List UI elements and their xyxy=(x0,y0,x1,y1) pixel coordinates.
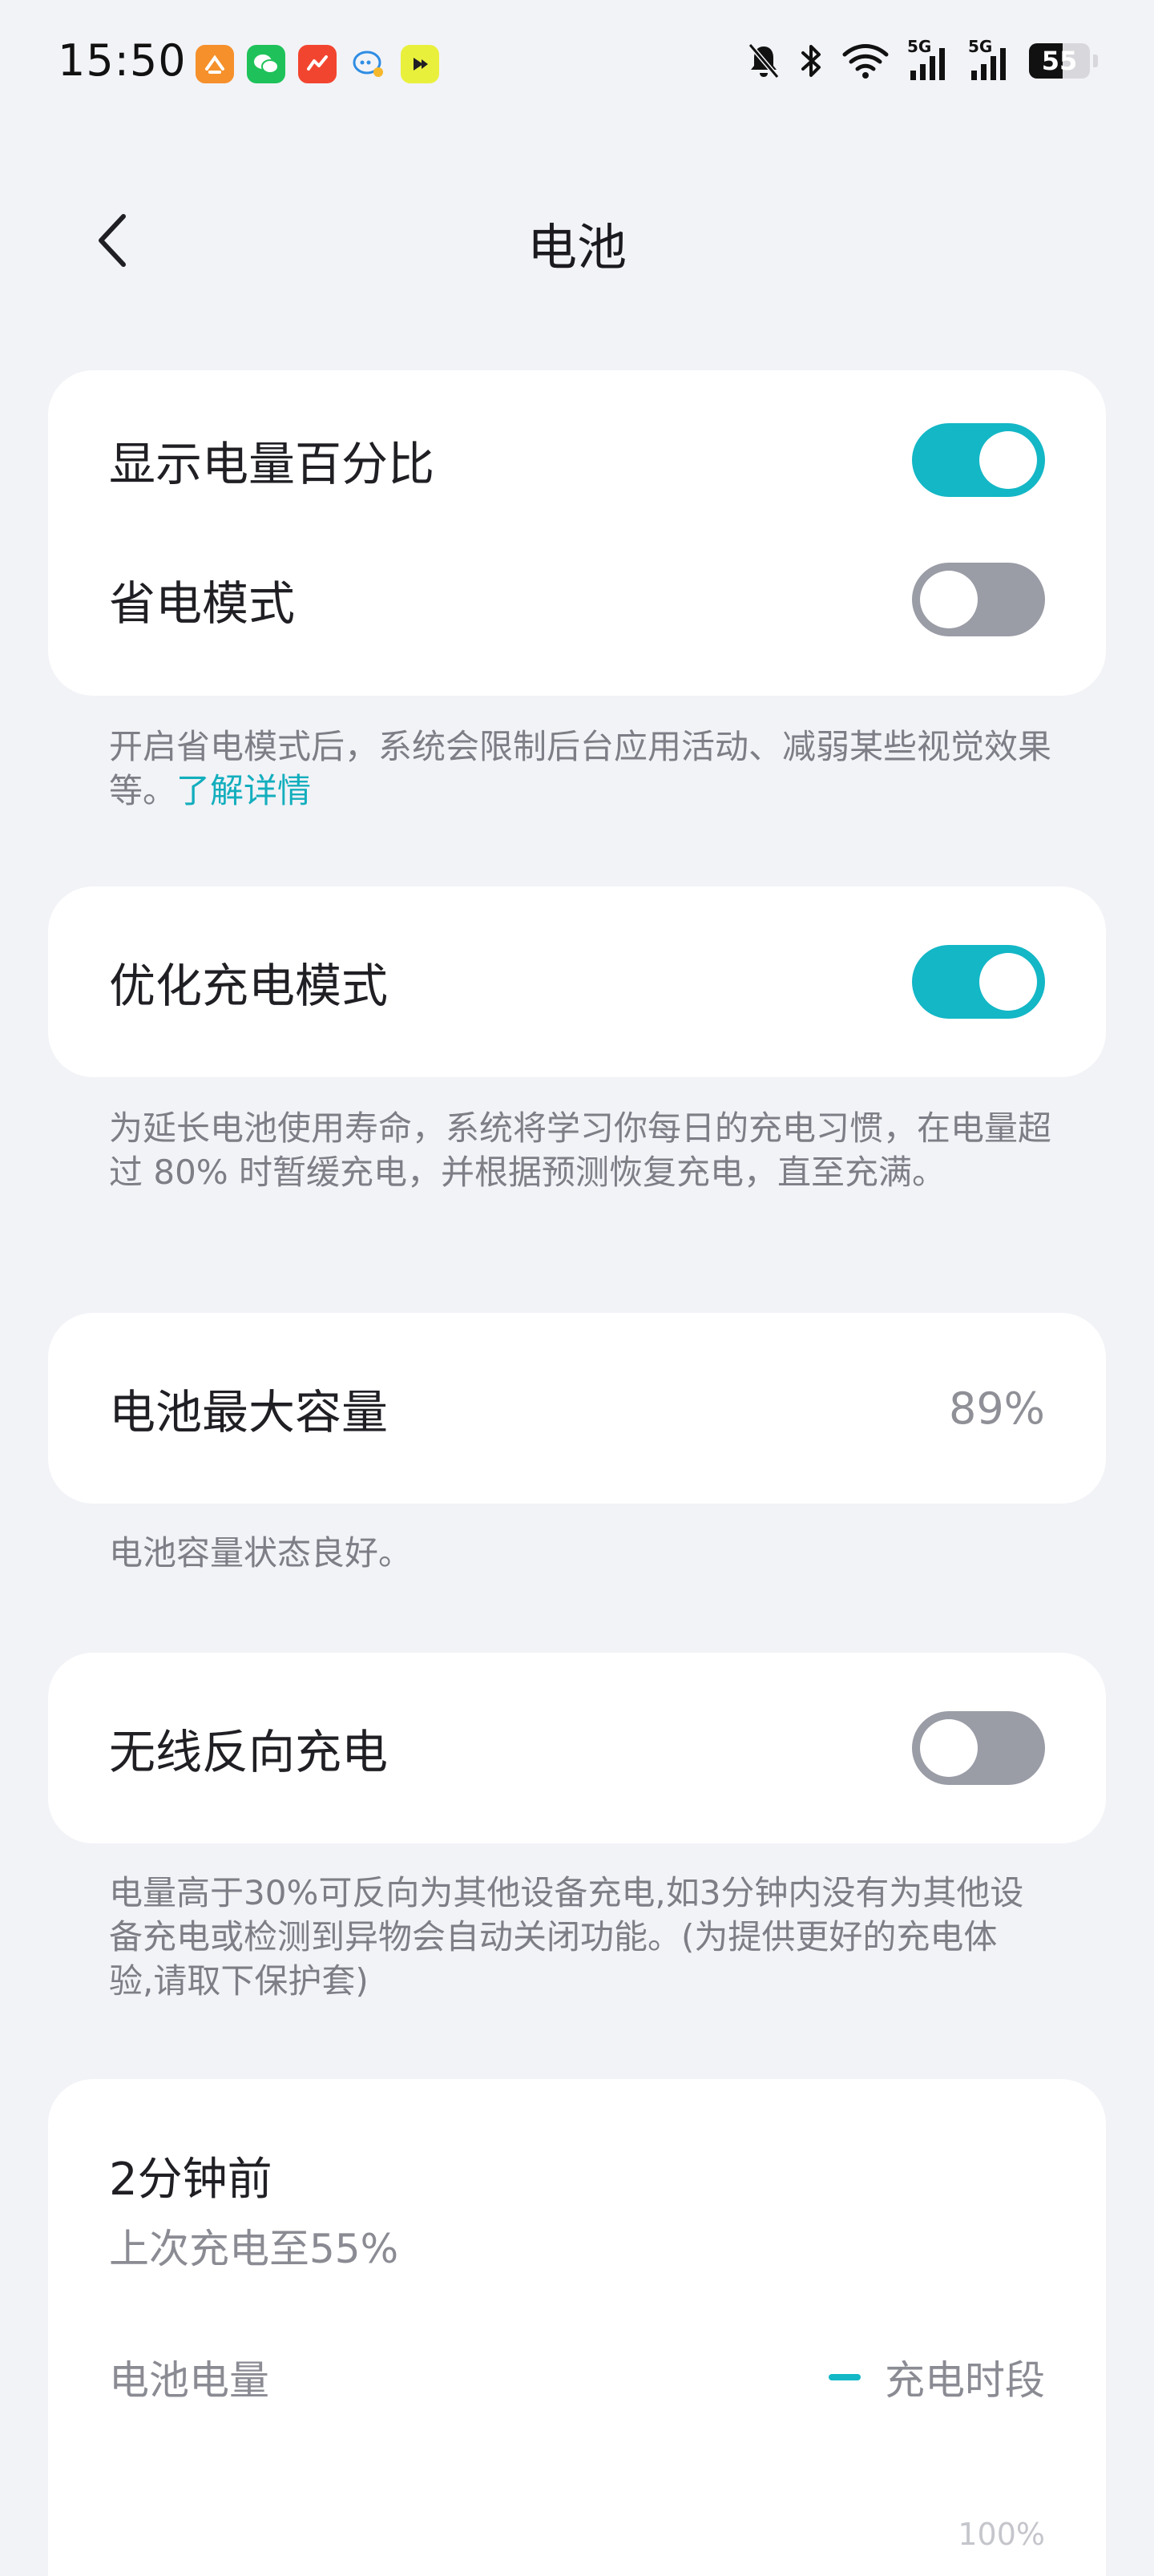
legend-label: 充电时段 xyxy=(885,2357,1045,2404)
app-orange-icon xyxy=(196,45,234,83)
charging-period-legend: 充电时段 xyxy=(829,2348,1045,2406)
battery-capacity-row: 电池最大容量 89% xyxy=(109,1371,1045,1445)
optimized-charging-card: 优化充电模式 xyxy=(48,886,1106,1077)
power-saving-row[interactable]: 省电模式 xyxy=(109,563,1045,636)
status-indicators: 5G 5G 55 xyxy=(747,37,1098,82)
signal-icon: 5G xyxy=(968,37,1011,82)
battery-history-card: 2分钟前 上次充电至55% 电池电量 充电时段 100% xyxy=(48,2079,1106,2576)
wireless-reverse-row[interactable]: 无线反向充电 xyxy=(109,1711,1045,1785)
power-saving-toggle[interactable] xyxy=(912,563,1045,636)
battery-icon: 55 xyxy=(1029,43,1098,79)
app-chat-icon xyxy=(349,45,388,83)
notifications-off-icon xyxy=(748,43,780,79)
status-app-icons xyxy=(196,45,439,83)
battery-level-chart-label: 电池电量 xyxy=(109,2357,269,2404)
signal-icon: 5G xyxy=(907,37,950,82)
wireless-reverse-card: 无线反向充电 xyxy=(48,1653,1106,1843)
battery-level: 55 xyxy=(1041,46,1078,76)
app-red-icon xyxy=(298,45,337,83)
optimized-charging-label: 优化充电模式 xyxy=(109,959,389,1013)
wireless-reverse-label: 无线反向充电 xyxy=(109,1725,389,1779)
status-time: 15:50 xyxy=(58,35,187,86)
show-percentage-row[interactable]: 显示电量百分比 xyxy=(109,423,1045,497)
show-percentage-toggle[interactable] xyxy=(912,423,1045,497)
battery-capacity-description: 电池容量状态良好。 xyxy=(109,1533,413,1573)
show-percentage-label: 显示电量百分比 xyxy=(109,437,435,491)
wifi-icon xyxy=(842,44,889,79)
status-bar: 15:50 5G 5G 55 xyxy=(0,0,1154,128)
battery-capacity-value: 89% xyxy=(948,1383,1045,1434)
last-charge-time: 2分钟前 xyxy=(109,2154,272,2206)
last-charge-level: 上次充电至55% xyxy=(109,2226,399,2272)
chart-y-tick: 100% xyxy=(958,2517,1045,2552)
bluetooth-icon xyxy=(801,45,821,77)
battery-capacity-label: 电池最大容量 xyxy=(109,1385,389,1439)
optimized-charging-description: 为延长电池使用寿命，系统将学习你每日的充电习惯，在电量超过 80% 时暂缓充电，… xyxy=(109,1108,1052,1192)
display-settings-card: 显示电量百分比 省电模式 xyxy=(48,370,1106,696)
wechat-icon xyxy=(247,45,285,83)
battery-capacity-card: 电池最大容量 89% xyxy=(48,1313,1106,1504)
page-title: 电池 xyxy=(527,218,627,277)
optimized-charging-toggle[interactable] xyxy=(912,945,1045,1019)
legend-swatch xyxy=(829,2374,861,2380)
power-saving-description: 开启省电模式后，系统会限制后台应用活动、减弱某些视觉效果等。了解详情 xyxy=(109,725,1055,813)
page-header: 电池 xyxy=(0,176,1154,305)
wireless-reverse-toggle[interactable] xyxy=(912,1711,1045,1785)
optimized-charging-row[interactable]: 优化充电模式 xyxy=(109,945,1045,1019)
learn-more-link[interactable]: 了解详情 xyxy=(176,771,311,810)
wireless-reverse-description: 电量高于30%可反向为其他设备充电,如3分钟内没有为其他设备充电或检测到异物会自… xyxy=(109,1873,1024,2001)
app-yellow-icon xyxy=(401,45,439,83)
power-saving-label: 省电模式 xyxy=(109,576,296,631)
